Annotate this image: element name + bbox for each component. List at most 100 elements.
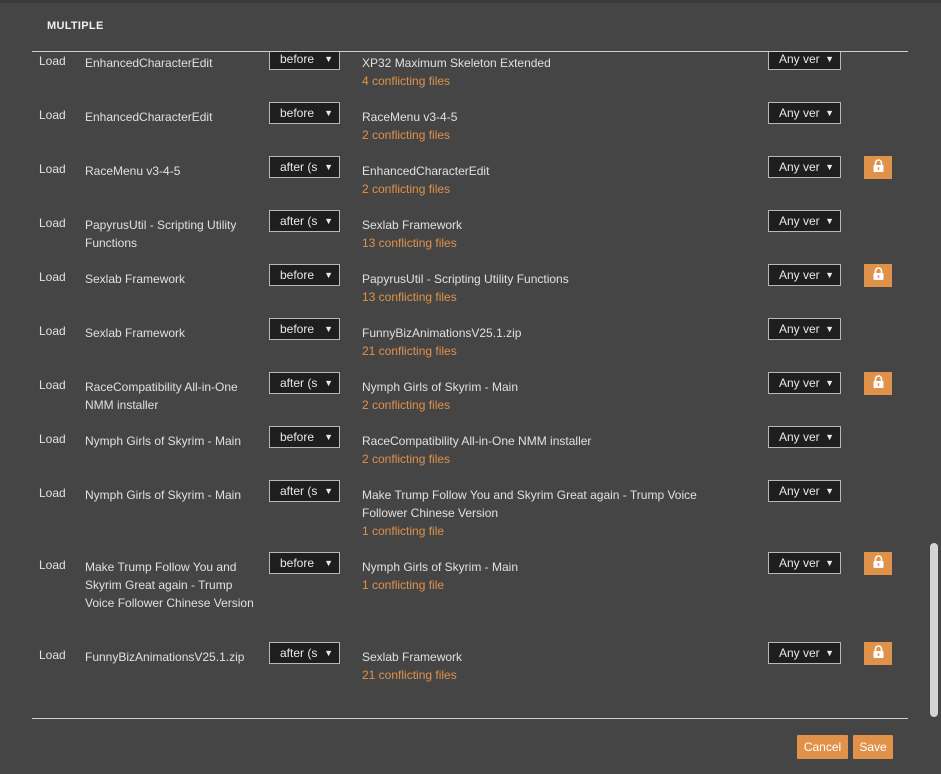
load-label: Load	[39, 270, 66, 284]
target-mod: Sexlab Framework 21 conflicting files	[362, 648, 742, 684]
top-strip	[0, 0, 941, 3]
caret-down-icon: ▼	[825, 486, 834, 496]
conflicting-files-link[interactable]: 13 conflicting files	[362, 288, 742, 306]
relation-dropdown[interactable]: after (s ▼	[269, 642, 340, 664]
lock-button[interactable]	[864, 264, 892, 287]
version-value: Any version	[779, 430, 820, 444]
conflicting-files-link[interactable]: 2 conflicting files	[362, 396, 742, 414]
load-label: Load	[39, 486, 66, 500]
target-mod-name: RaceCompatibility All-in-One NMM install…	[362, 434, 592, 448]
target-mod: FunnyBizAnimationsV25.1.zip 21 conflictin…	[362, 324, 742, 360]
target-mod-name: Make Trump Follow You and Skyrim Great a…	[362, 488, 697, 520]
load-label: Load	[39, 108, 66, 122]
conflicting-files-link[interactable]: 2 conflicting files	[362, 180, 742, 198]
target-mod: XP32 Maximum Skeleton Extended 4 conflict…	[362, 54, 742, 90]
target-mod-name: FunnyBizAnimationsV25.1.zip	[362, 326, 522, 340]
version-value: Any version	[779, 106, 820, 120]
version-dropdown[interactable]: Any version ▼	[768, 102, 841, 124]
version-value: Any version	[779, 376, 820, 390]
conflicting-files-link[interactable]: 2 conflicting files	[362, 126, 742, 144]
caret-down-icon: ▼	[825, 432, 834, 442]
relation-dropdown[interactable]: after (s ▼	[269, 372, 340, 394]
dialog-title: MULTIPLE	[47, 20, 104, 32]
version-dropdown[interactable]: Any version ▼	[768, 52, 841, 70]
relation-dropdown[interactable]: before ▼	[269, 264, 340, 286]
conflicting-files-link[interactable]: 1 conflicting file	[362, 522, 742, 540]
version-dropdown[interactable]: Any version ▼	[768, 264, 841, 286]
caret-down-icon: ▼	[324, 270, 333, 280]
rules-list: Load EnhancedCharacterEdit before ▼ XP32 Max…	[0, 52, 920, 718]
version-value: Any version	[779, 322, 820, 336]
version-dropdown[interactable]: Any version ▼	[768, 156, 841, 178]
relation-dropdown[interactable]: before ▼	[269, 426, 340, 448]
version-value: Any version	[779, 556, 820, 570]
version-value: Any version	[779, 214, 820, 228]
version-dropdown[interactable]: Any version ▼	[768, 318, 841, 340]
target-mod: Nymph Girls of Skyrim - Main 1 conflictin…	[362, 558, 742, 594]
caret-down-icon: ▼	[825, 216, 834, 226]
version-value: Any version	[779, 484, 820, 498]
relation-dropdown[interactable]: after (s ▼	[269, 210, 340, 232]
version-dropdown[interactable]: Any version ▼	[768, 480, 841, 502]
caret-down-icon: ▼	[825, 324, 834, 334]
source-mod-name: RaceCompatibility All-in-One NMM install…	[85, 380, 238, 412]
lock-button[interactable]	[864, 642, 892, 665]
relation-value: before	[280, 52, 315, 66]
conflicting-files-link[interactable]: 21 conflicting files	[362, 342, 742, 360]
relation-dropdown[interactable]: after (s ▼	[269, 156, 340, 178]
relation-dropdown[interactable]: before ▼	[269, 318, 340, 340]
caret-down-icon: ▼	[324, 648, 333, 658]
bottom-divider	[32, 718, 908, 719]
lock-button[interactable]	[864, 372, 892, 395]
conflicting-files-link[interactable]: 21 conflicting files	[362, 666, 742, 684]
load-label: Load	[39, 324, 66, 338]
relation-value: before	[280, 556, 315, 570]
source-mod-name: Make Trump Follow You and Skyrim Great a…	[85, 560, 254, 610]
scrollbar-thumb[interactable]	[930, 543, 938, 717]
cancel-button[interactable]: Cancel	[797, 735, 848, 759]
caret-down-icon: ▼	[324, 324, 333, 334]
lock-icon	[873, 644, 884, 663]
caret-down-icon: ▼	[324, 558, 333, 568]
target-mod: EnhancedCharacterEdit 2 conflicting files	[362, 162, 742, 198]
lock-button[interactable]	[864, 156, 892, 179]
caret-down-icon: ▼	[825, 162, 834, 172]
caret-down-icon: ▼	[825, 54, 834, 64]
target-mod-name: RaceMenu v3-4-5	[362, 110, 458, 124]
source-mod-name: Sexlab Framework	[85, 326, 186, 340]
lock-button[interactable]	[864, 552, 892, 575]
caret-down-icon: ▼	[324, 432, 333, 442]
target-mod-name: XP32 Maximum Skeleton Extended	[362, 56, 551, 70]
conflicting-files-link[interactable]: 4 conflicting files	[362, 72, 742, 90]
version-value: Any version	[779, 268, 820, 282]
version-dropdown[interactable]: Any version ▼	[768, 642, 841, 664]
version-value: Any version	[779, 52, 820, 66]
lock-icon	[873, 554, 884, 573]
lock-icon	[873, 158, 884, 177]
conflicting-files-link[interactable]: 1 conflicting file	[362, 576, 742, 594]
version-dropdown[interactable]: Any version ▼	[768, 552, 841, 574]
source-mod-name: EnhancedCharacterEdit	[85, 110, 213, 124]
conflicting-files-link[interactable]: 2 conflicting files	[362, 450, 742, 468]
relation-dropdown[interactable]: before ▼	[269, 102, 340, 124]
target-mod-name: Sexlab Framework	[362, 650, 463, 664]
load-label: Load	[39, 648, 66, 662]
source-mod-name: PapyrusUtil - Scripting Utility Function…	[85, 218, 237, 250]
relation-dropdown[interactable]: before ▼	[269, 52, 340, 70]
caret-down-icon: ▼	[825, 270, 834, 280]
relation-value: before	[280, 430, 315, 444]
source-mod-name: Nymph Girls of Skyrim - Main	[85, 434, 242, 448]
lock-icon	[873, 266, 884, 285]
relation-dropdown[interactable]: after (s ▼	[269, 480, 340, 502]
target-mod-name: Sexlab Framework	[362, 218, 463, 232]
version-dropdown[interactable]: Any version ▼	[768, 210, 841, 232]
relation-dropdown[interactable]: before ▼	[269, 552, 340, 574]
version-dropdown[interactable]: Any version ▼	[768, 372, 841, 394]
version-value: Any version	[779, 160, 820, 174]
save-button[interactable]: Save	[853, 735, 893, 759]
conflicting-files-link[interactable]: 13 conflicting files	[362, 234, 742, 252]
target-mod: RaceMenu v3-4-5 2 conflicting files	[362, 108, 742, 144]
relation-value: after (s	[280, 214, 318, 228]
caret-down-icon: ▼	[324, 486, 333, 496]
version-dropdown[interactable]: Any version ▼	[768, 426, 841, 448]
